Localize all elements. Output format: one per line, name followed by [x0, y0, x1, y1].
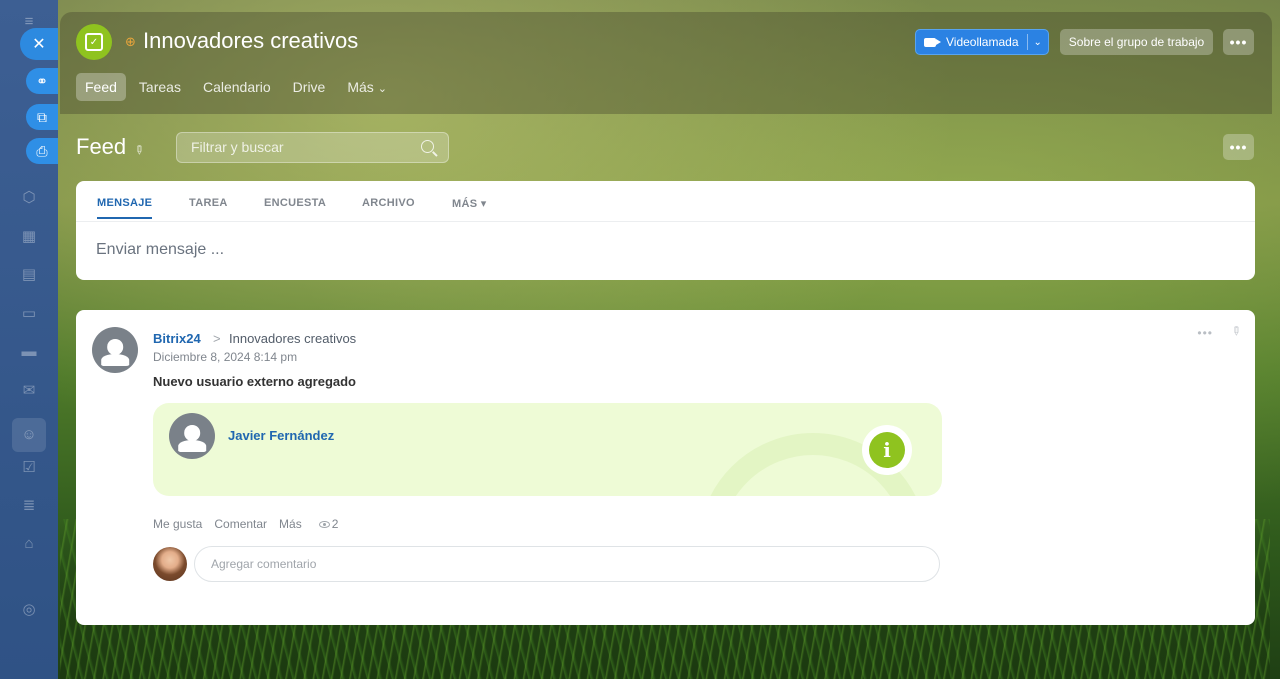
- chevron-down-icon[interactable]: ⌄: [1034, 37, 1042, 48]
- hexagon-icon[interactable]: ⬡: [19, 188, 39, 208]
- comment-input[interactable]: Agregar comentario: [194, 546, 940, 582]
- feed-post: Bitrix24 > Innovadores creativos Diciemb…: [76, 310, 1255, 625]
- board-icon[interactable]: ▭: [19, 304, 39, 324]
- copy-link-button[interactable]: ⚭: [26, 68, 58, 94]
- group-logo[interactable]: ✓: [76, 24, 112, 60]
- search-icon[interactable]: [421, 140, 434, 153]
- current-user-avatar: [153, 547, 187, 581]
- close-slider-button[interactable]: ✕: [20, 28, 58, 60]
- more-actions-button[interactable]: Más: [279, 517, 302, 531]
- group-more-button[interactable]: •••: [1223, 29, 1254, 55]
- author-avatar[interactable]: [92, 327, 138, 373]
- print-button[interactable]: ⎙: [26, 138, 58, 164]
- user-name-link[interactable]: Javier Fernández: [228, 428, 334, 443]
- composer-tab-task[interactable]: TAREA: [189, 197, 228, 209]
- message-input[interactable]: Enviar mensaje ...: [96, 241, 224, 259]
- close-icon: ✕: [32, 36, 46, 53]
- about-group-button[interactable]: Sobre el grupo de trabajo: [1060, 29, 1213, 55]
- new-user-card: Javier Fernández i: [153, 403, 942, 496]
- tab-more[interactable]: Más ⌄: [338, 73, 396, 101]
- post-actions: Me gusta Comentar Más 2: [153, 517, 350, 531]
- post-text: Nuevo usuario externo agregado: [153, 374, 356, 389]
- external-link-icon: ⧉: [37, 108, 47, 125]
- app-sidebar: ≡ ⬡ ▦ ▤ ▭ ▬ ✉ ☺ ☑ ≣ ⌂ ◎: [0, 0, 58, 679]
- pin-icon[interactable]: ✎: [1227, 322, 1244, 339]
- button-separator: [1026, 34, 1028, 50]
- group-title: Innovadores creativos: [143, 28, 359, 53]
- composer-tab-file[interactable]: ARCHIVO: [362, 197, 415, 209]
- page-title: Feed: [76, 134, 127, 159]
- views-counter: 2: [314, 517, 339, 531]
- post-destination-link[interactable]: Innovadores creativos: [229, 331, 356, 346]
- video-call-label: Videollamada: [946, 35, 1019, 49]
- camera-icon: [924, 37, 941, 47]
- card-icon[interactable]: ▬: [19, 342, 39, 362]
- post-author-link[interactable]: Bitrix24: [153, 331, 201, 346]
- filter-icon[interactable]: ≣: [19, 496, 39, 516]
- post-date[interactable]: Diciembre 8, 2024 8:14 pm: [153, 350, 297, 364]
- video-call-button[interactable]: Videollamada ⌄: [915, 29, 1049, 55]
- group-icon[interactable]: ☺: [12, 418, 46, 452]
- info-badge: i: [862, 425, 912, 475]
- like-button[interactable]: Me gusta: [153, 517, 202, 531]
- tab-feed[interactable]: Feed: [76, 73, 126, 101]
- robot-icon[interactable]: ⌂: [19, 534, 39, 554]
- info-icon: i: [869, 432, 905, 468]
- globe-icon: ⊕: [125, 34, 136, 49]
- post-menu-icon[interactable]: •••: [1197, 326, 1213, 340]
- composer-tab-more[interactable]: MÁS ▾: [452, 197, 487, 210]
- group-nav: Feed Tareas Calendario Drive Más ⌄: [76, 73, 400, 101]
- workgroup-slider: ✓ ⊕ Innovadores creativos Videollamada ⌄…: [60, 12, 1272, 679]
- calendar-icon[interactable]: ▦: [19, 227, 39, 247]
- composer-tabs: MENSAJE TAREA ENCUESTA ARCHIVO MÁS ▾: [76, 181, 1255, 222]
- search-input[interactable]: Filtrar y buscar: [176, 132, 449, 163]
- post-composer: MENSAJE TAREA ENCUESTA ARCHIVO MÁS ▾ Env…: [76, 181, 1255, 280]
- link-icon: ⚭: [36, 72, 48, 89]
- search-placeholder: Filtrar y buscar: [191, 139, 284, 155]
- tab-more-label: Más: [347, 79, 374, 95]
- checkbox-icon[interactable]: ☑: [19, 458, 39, 478]
- chevron-right-icon: >: [213, 331, 221, 346]
- group-header: ✓ ⊕ Innovadores creativos Videollamada ⌄…: [60, 12, 1272, 114]
- tab-tasks[interactable]: Tareas: [130, 73, 190, 101]
- tab-drive[interactable]: Drive: [284, 73, 335, 101]
- document-icon[interactable]: ▤: [19, 265, 39, 285]
- group-logo-icon: ✓: [85, 33, 103, 51]
- eye-icon: [318, 521, 330, 529]
- views-count: 2: [331, 517, 339, 531]
- mail-icon[interactable]: ✉: [19, 381, 39, 401]
- comment-button[interactable]: Comentar: [214, 517, 267, 531]
- settings-icon[interactable]: ◎: [19, 600, 39, 620]
- user-avatar[interactable]: [169, 413, 215, 459]
- feed-more-button[interactable]: •••: [1223, 134, 1254, 160]
- printer-icon: ⎙: [36, 142, 48, 159]
- composer-tab-message[interactable]: MENSAJE: [97, 197, 153, 219]
- open-new-window-button[interactable]: ⧉: [26, 104, 58, 130]
- chevron-down-icon: ⌄: [377, 83, 387, 95]
- composer-tab-poll[interactable]: ENCUESTA: [264, 197, 326, 209]
- tab-calendar[interactable]: Calendario: [194, 73, 280, 101]
- pin-icon[interactable]: ✎: [131, 141, 148, 158]
